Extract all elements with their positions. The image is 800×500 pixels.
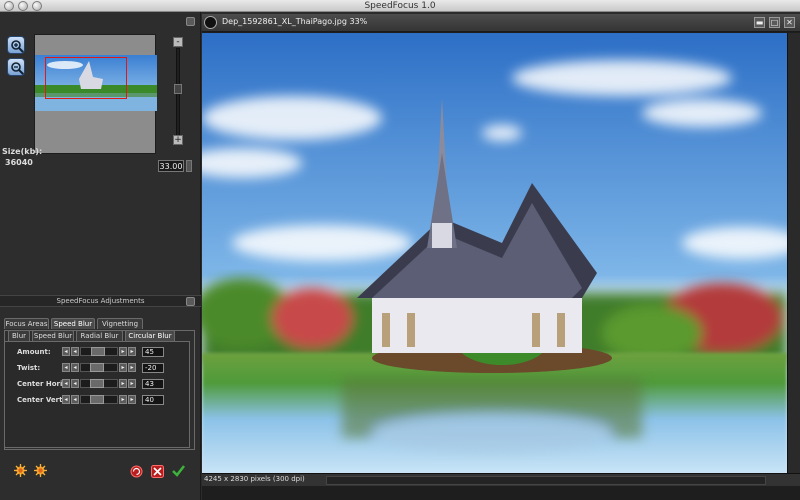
window-close-button[interactable]: ✕: [784, 17, 795, 28]
status-bar: 4245 x 2830 pixels (300 dpi): [202, 473, 800, 486]
increase-arrow-icon[interactable]: ▸: [128, 379, 136, 388]
zoom-in-icon: [11, 40, 24, 53]
param-value-field[interactable]: 43: [142, 379, 164, 389]
zoom-value-field[interactable]: 33.00: [158, 160, 184, 172]
param-label: Amount:: [17, 348, 51, 356]
zoom-slider-knob[interactable]: [174, 84, 182, 94]
window-restore-button[interactable]: □: [769, 17, 780, 28]
param-value-field[interactable]: 45: [142, 347, 164, 357]
param-slider-knob[interactable]: [91, 347, 105, 356]
step-left-arrow-icon[interactable]: ◂: [71, 379, 79, 388]
step-left-arrow-icon[interactable]: ◂: [71, 395, 79, 404]
tab-vignetting[interactable]: Vignetting: [97, 318, 143, 329]
increase-arrow-icon[interactable]: ▸: [128, 363, 136, 372]
sun-gear-icon[interactable]: [14, 464, 27, 477]
adjustments-pin-icon[interactable]: [186, 297, 195, 306]
step-right-arrow-icon[interactable]: ▸: [119, 347, 127, 356]
step-right-arrow-icon[interactable]: ▸: [119, 363, 127, 372]
document-title: Dep_1592861_XL_ThaiPago.jpg 33%: [222, 17, 368, 26]
decrease-arrow-icon[interactable]: ◂: [62, 363, 70, 372]
subtab-circular-blur[interactable]: Circular Blur: [125, 330, 175, 341]
size-value: 36040: [5, 158, 33, 167]
zoom-out-icon: [11, 62, 24, 75]
subtab-speed-blur[interactable]: Speed Blur: [32, 330, 74, 341]
adjustments-title: SpeedFocus Adjustments: [56, 297, 145, 305]
zoom-increase-button[interactable]: +: [173, 135, 183, 145]
left-panel: - + Size(kb): 36040 33.00 SpeedFocus Adj…: [0, 12, 201, 500]
decrease-arrow-icon[interactable]: ◂: [62, 395, 70, 404]
increase-arrow-icon[interactable]: ▸: [128, 347, 136, 356]
navigator-preview[interactable]: [34, 34, 157, 154]
step-left-arrow-icon[interactable]: ◂: [71, 347, 79, 356]
param-value-field[interactable]: 40: [142, 395, 164, 405]
param-slider-knob[interactable]: [90, 379, 104, 388]
horizontal-scrollbar[interactable]: [326, 476, 766, 485]
image-dimensions: 4245 x 2830 pixels (300 dpi): [204, 475, 305, 483]
cancel-icon[interactable]: [151, 465, 164, 478]
navigator-pin-icon[interactable]: [186, 17, 195, 26]
param-slider-knob[interactable]: [90, 363, 104, 372]
window-minimize-button[interactable]: ▬: [754, 17, 765, 28]
reset-icon[interactable]: [130, 465, 143, 478]
tab-speed-blur[interactable]: Speed Blur: [51, 318, 95, 329]
step-left-arrow-icon[interactable]: ◂: [71, 363, 79, 372]
zoom-out-button[interactable]: [7, 58, 25, 76]
sun-gear-icon[interactable]: [34, 464, 47, 477]
tab-focus-areas[interactable]: Focus Areas: [4, 318, 49, 329]
blurred-temple-image: [202, 33, 787, 473]
param-label: Center Vert:: [17, 396, 66, 404]
image-canvas[interactable]: [202, 33, 787, 473]
zoom-in-button[interactable]: [7, 36, 25, 54]
size-label: Size(kb):: [2, 147, 43, 156]
adjustments-header: SpeedFocus Adjustments: [0, 295, 201, 307]
decrease-arrow-icon[interactable]: ◂: [62, 379, 70, 388]
zoom-spinner[interactable]: [186, 160, 192, 172]
vertical-scrollbar[interactable]: [787, 33, 800, 473]
param-label: Twist:: [17, 364, 41, 372]
app-titlebar: SpeedFocus 1.0: [0, 0, 800, 12]
step-right-arrow-icon[interactable]: ▸: [119, 395, 127, 404]
zoom-decrease-button[interactable]: -: [173, 37, 183, 47]
step-right-arrow-icon[interactable]: ▸: [119, 379, 127, 388]
image-window: Dep_1592861_XL_ThaiPago.jpg 33% ▬ □ ✕ 42…: [202, 14, 800, 500]
subtab-blur[interactable]: Blur: [8, 330, 30, 341]
param-slider-knob[interactable]: [90, 395, 104, 404]
file-icon: [204, 16, 217, 29]
checkmark-icon[interactable]: [172, 464, 185, 477]
subtab-radial-blur[interactable]: Radial Blur: [76, 330, 123, 341]
viewport-indicator[interactable]: [45, 57, 127, 99]
increase-arrow-icon[interactable]: ▸: [128, 395, 136, 404]
decrease-arrow-icon[interactable]: ◂: [62, 347, 70, 356]
app-title: SpeedFocus 1.0: [364, 1, 436, 11]
param-value-field[interactable]: -20: [142, 363, 164, 373]
image-window-titlebar: Dep_1592861_XL_ThaiPago.jpg 33% ▬ □ ✕: [202, 14, 800, 32]
